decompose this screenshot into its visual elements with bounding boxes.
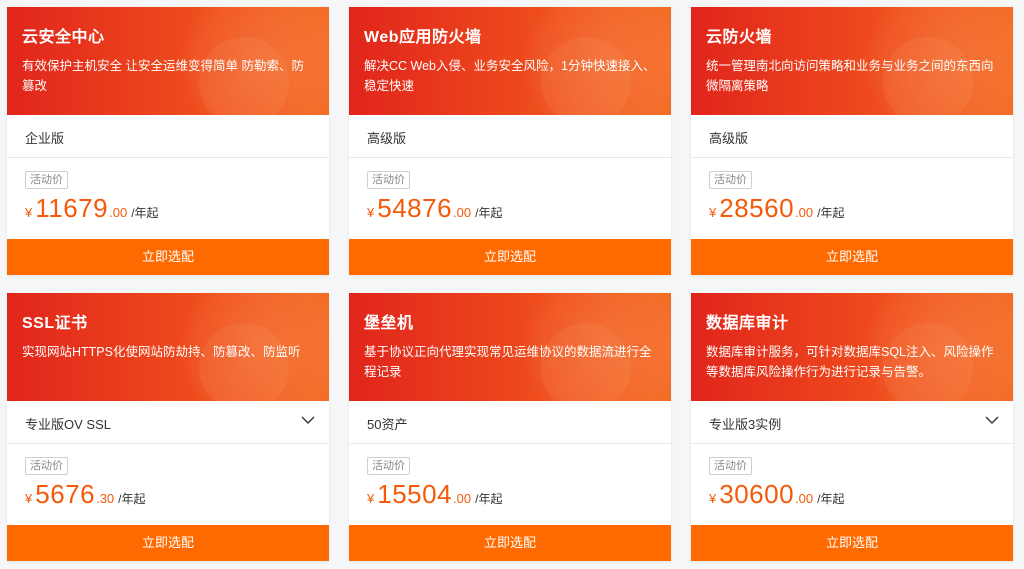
price-decimal: .00 xyxy=(795,205,814,220)
price: ¥28560.00/年起 xyxy=(709,193,844,224)
promo-tag: 活动价 xyxy=(709,457,752,475)
promo-tag: 活动价 xyxy=(25,457,68,475)
product-card-ssl-certificate: SSL证书 实现网站HTTPS化使网站防劫持、防篡改、防监听 专业版OV SSL… xyxy=(7,293,329,561)
product-card-bastion-host: 堡垒机 基于协议正向代理实现常见运维协议的数据流进行全程记录 50资产 活动价 … xyxy=(349,293,671,561)
price: ¥54876.00/年起 xyxy=(367,193,502,224)
currency-symbol: ¥ xyxy=(709,205,717,220)
price-unit: /年起 xyxy=(817,206,845,220)
card-header: 堡垒机 基于协议正向代理实现常见运维协议的数据流进行全程记录 xyxy=(349,293,671,401)
price: ¥11679.00/年起 xyxy=(25,193,159,224)
edition-selector[interactable]: 高级版 xyxy=(349,115,671,158)
card-description: 统一管理南北向访问策略和业务与业务之间的东西向微隔离策略 xyxy=(706,59,994,93)
price-unit: /年起 xyxy=(817,492,845,506)
card-header: Web应用防火墙 解决CC Web入侵、业务安全风险，1分钟快速接入、稳定快速 xyxy=(349,7,671,115)
edition-label: 专业版3实例 xyxy=(709,417,782,432)
configure-now-button[interactable]: 立即选配 xyxy=(7,525,329,561)
price-integer: 54876 xyxy=(377,193,453,223)
promo-tag: 活动价 xyxy=(367,171,410,189)
card-title: 云安全中心 xyxy=(22,29,105,46)
currency-symbol: ¥ xyxy=(367,205,375,220)
price: ¥15504.00/年起 xyxy=(367,479,502,510)
promo-tag: 活动价 xyxy=(709,171,752,189)
card-description: 有效保护主机安全 让安全运维变得简单 防勒索、防篡改 xyxy=(22,59,304,93)
price-decimal: .00 xyxy=(453,205,472,220)
edition-dropdown[interactable]: 专业版3实例 xyxy=(691,401,1013,444)
edition-selector[interactable]: 高级版 xyxy=(691,115,1013,158)
price-unit: /年起 xyxy=(131,206,159,220)
price-area: 活动价 ¥5676.30/年起 xyxy=(7,445,329,525)
price-area: 活动价 ¥30600.00/年起 xyxy=(691,445,1013,525)
price-area: 活动价 ¥28560.00/年起 xyxy=(691,159,1013,239)
price: ¥30600.00/年起 xyxy=(709,479,844,510)
edition-selector[interactable]: 企业版 xyxy=(7,115,329,158)
price-unit: /年起 xyxy=(475,206,503,220)
card-header: 数据库审计 数据库审计服务，可针对数据库SQL注入、风险操作等数据库风险操作行为… xyxy=(691,293,1013,401)
configure-now-button[interactable]: 立即选配 xyxy=(691,239,1013,275)
card-header: SSL证书 实现网站HTTPS化使网站防劫持、防篡改、防监听 xyxy=(7,293,329,401)
edition-label: 高级版 xyxy=(709,131,749,146)
chevron-down-icon[interactable] xyxy=(301,415,315,425)
currency-symbol: ¥ xyxy=(709,491,717,506)
price-area: 活动价 ¥11679.00/年起 xyxy=(7,159,329,239)
configure-now-button[interactable]: 立即选配 xyxy=(349,239,671,275)
price-decimal: .00 xyxy=(453,491,472,506)
card-title: 堡垒机 xyxy=(364,315,414,332)
edition-label: 企业版 xyxy=(25,131,65,146)
currency-symbol: ¥ xyxy=(25,205,33,220)
price-integer: 28560 xyxy=(719,193,795,223)
price-unit: /年起 xyxy=(475,492,503,506)
card-header: 云防火墙 统一管理南北向访问策略和业务与业务之间的东西向微隔离策略 xyxy=(691,7,1013,115)
product-card-web-application-firewall: Web应用防火墙 解决CC Web入侵、业务安全风险，1分钟快速接入、稳定快速 … xyxy=(349,7,671,275)
price-integer: 5676 xyxy=(35,479,96,509)
card-title: 数据库审计 xyxy=(706,315,789,332)
promo-tag: 活动价 xyxy=(367,457,410,475)
card-title: SSL证书 xyxy=(22,315,88,332)
card-header: 云安全中心 有效保护主机安全 让安全运维变得简单 防勒索、防篡改 xyxy=(7,7,329,115)
product-card-cloud-security-center: 云安全中心 有效保护主机安全 让安全运维变得简单 防勒索、防篡改 企业版 活动价… xyxy=(7,7,329,275)
configure-now-button[interactable]: 立即选配 xyxy=(7,239,329,275)
currency-symbol: ¥ xyxy=(25,491,33,506)
configure-now-button[interactable]: 立即选配 xyxy=(691,525,1013,561)
edition-label: 高级版 xyxy=(367,131,407,146)
price-area: 活动价 ¥15504.00/年起 xyxy=(349,445,671,525)
price-decimal: .00 xyxy=(795,491,814,506)
product-grid: 云安全中心 有效保护主机安全 让安全运维变得简单 防勒索、防篡改 企业版 活动价… xyxy=(0,0,1024,569)
edition-label: 50资产 xyxy=(367,417,408,432)
edition-dropdown[interactable]: 专业版OV SSL xyxy=(7,401,329,444)
price-integer: 30600 xyxy=(719,479,795,509)
card-title: Web应用防火墙 xyxy=(364,29,482,46)
price: ¥5676.30/年起 xyxy=(25,479,146,510)
price-integer: 15504 xyxy=(377,479,453,509)
currency-symbol: ¥ xyxy=(367,491,375,506)
promo-tag: 活动价 xyxy=(25,171,68,189)
product-card-database-audit: 数据库审计 数据库审计服务，可针对数据库SQL注入、风险操作等数据库风险操作行为… xyxy=(691,293,1013,561)
card-title: 云防火墙 xyxy=(706,29,773,46)
price-decimal: .00 xyxy=(109,205,128,220)
price-integer: 11679 xyxy=(35,193,109,223)
configure-now-button[interactable]: 立即选配 xyxy=(349,525,671,561)
edition-label: 专业版OV SSL xyxy=(25,417,111,432)
card-description: 实现网站HTTPS化使网站防劫持、防篡改、防监听 xyxy=(22,345,301,359)
chevron-down-icon[interactable] xyxy=(985,415,999,425)
card-description: 基于协议正向代理实现常见运维协议的数据流进行全程记录 xyxy=(364,345,652,379)
card-description: 数据库审计服务，可针对数据库SQL注入、风险操作等数据库风险操作行为进行记录与告… xyxy=(706,345,994,379)
price-unit: /年起 xyxy=(118,492,146,506)
product-card-cloud-firewall: 云防火墙 统一管理南北向访问策略和业务与业务之间的东西向微隔离策略 高级版 活动… xyxy=(691,7,1013,275)
price-area: 活动价 ¥54876.00/年起 xyxy=(349,159,671,239)
edition-selector[interactable]: 50资产 xyxy=(349,401,671,444)
price-decimal: .30 xyxy=(96,491,115,506)
card-description: 解决CC Web入侵、业务安全风险，1分钟快速接入、稳定快速 xyxy=(364,59,656,93)
